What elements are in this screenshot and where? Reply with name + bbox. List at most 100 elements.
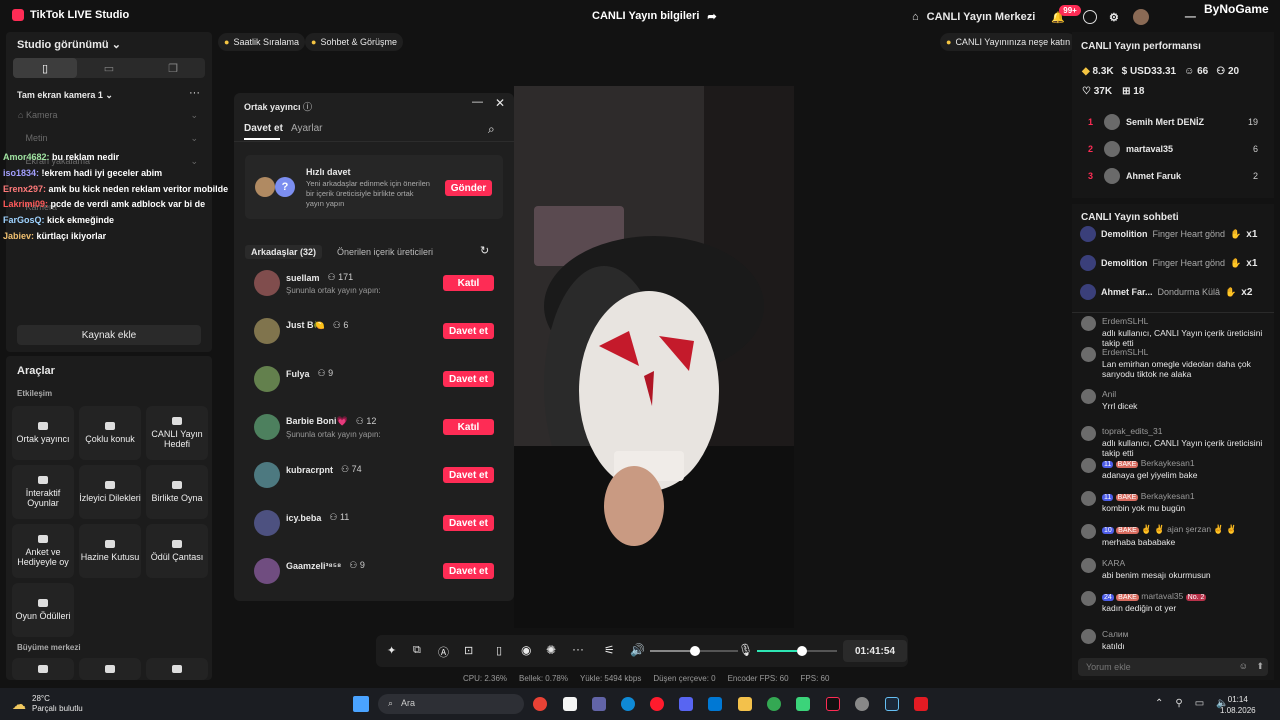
microphone-icon[interactable]: 🎙 bbox=[738, 643, 753, 657]
ai-icon[interactable]: Ⓐ bbox=[438, 644, 449, 660]
invite-button[interactable]: Davet et bbox=[443, 323, 494, 339]
edge-icon[interactable] bbox=[621, 697, 635, 711]
chat-user[interactable]: KARA bbox=[1102, 558, 1125, 568]
chevron-up-icon[interactable]: ⌃ bbox=[1155, 698, 1163, 709]
chat-user[interactable]: ErdemSLHL bbox=[1102, 316, 1148, 326]
suggested-creators-tab[interactable]: Önerilen içerik üreticileri bbox=[337, 247, 433, 257]
tool-cohost[interactable]: Ortak yayıncı bbox=[12, 406, 74, 460]
opera-icon[interactable] bbox=[650, 697, 664, 711]
chat-user[interactable]: Салим bbox=[1102, 629, 1129, 639]
minimize-dialog-icon[interactable]: — bbox=[472, 96, 483, 108]
landscape-mode-icon[interactable]: ▭ bbox=[77, 58, 141, 78]
effects-icon[interactable]: ✺ bbox=[546, 643, 556, 657]
source-item[interactable]: ⌂ Kamera ⌄ bbox=[18, 110, 198, 121]
friend-avatar[interactable] bbox=[254, 558, 280, 584]
send-button[interactable]: Gönder bbox=[445, 180, 492, 196]
chat-user[interactable]: Berkaykesan1 bbox=[1141, 491, 1195, 501]
chrome-icon[interactable] bbox=[533, 697, 547, 711]
refresh-icon[interactable]: ↻ bbox=[480, 244, 489, 257]
mic-slider[interactable] bbox=[757, 646, 837, 656]
taskbar-search[interactable]: ⌕ Ara bbox=[378, 694, 524, 714]
chat-call-pill[interactable]: ● Sohbet & Görüşme bbox=[305, 33, 403, 51]
hourly-ranking-pill[interactable]: ● Saatlik Sıralama bbox=[218, 33, 305, 51]
ranking-row[interactable]: 2 martaval35 6 bbox=[1088, 141, 1258, 157]
obs-icon[interactable] bbox=[855, 697, 869, 711]
friend-avatar[interactable] bbox=[254, 366, 280, 392]
tool-game-rewards[interactable]: Oyun Ödülleri bbox=[12, 583, 74, 637]
network-icon[interactable]: ▭ bbox=[1195, 698, 1204, 709]
live-center-link[interactable]: CANLI Yayın Merkezi bbox=[927, 11, 1036, 23]
volume-slider[interactable] bbox=[650, 646, 738, 656]
close-icon[interactable]: ✕ bbox=[495, 96, 505, 110]
friend-avatar[interactable] bbox=[254, 318, 280, 344]
scene-selector[interactable]: Tam ekran kamera 1 ⌄ bbox=[17, 90, 113, 101]
tab-settings[interactable]: Ayarlar bbox=[291, 123, 323, 134]
tool-poll[interactable]: Anket ve Hediyeyle oy bbox=[12, 524, 74, 578]
mixer-icon[interactable]: ⚟ bbox=[604, 643, 615, 657]
weather-widget[interactable]: ☁ 28°C Parçalı bulutlu bbox=[12, 694, 83, 714]
notification-bell-icon[interactable]: 🔔 99+ bbox=[1051, 4, 1081, 24]
send-arrow-icon[interactable]: ⬆ bbox=[1256, 661, 1264, 672]
live-info-button[interactable]: CANLI Yayın bilgileri ➦ bbox=[592, 10, 717, 23]
friend-avatar[interactable] bbox=[254, 270, 280, 296]
mail-icon[interactable] bbox=[708, 697, 722, 711]
profile-avatar[interactable] bbox=[1132, 9, 1149, 25]
chat-user[interactable]: ✌ ✌ ajan şerzan ✌ ✌ bbox=[1141, 524, 1237, 534]
tiktok-live-icon[interactable] bbox=[826, 697, 840, 711]
minimize-icon[interactable]: — bbox=[1185, 11, 1196, 23]
chat-user[interactable]: Anil bbox=[1102, 389, 1116, 399]
files-icon[interactable] bbox=[563, 697, 577, 711]
ranking-row[interactable]: 1 Semih Mert DENİZ 19 bbox=[1088, 114, 1258, 130]
chat-user[interactable]: Berkaykesan1 bbox=[1141, 458, 1195, 468]
settings-gear-icon[interactable]: ⚙ bbox=[1109, 11, 1119, 24]
friend-avatar[interactable] bbox=[254, 414, 280, 440]
mic-slider-thumb[interactable] bbox=[797, 646, 807, 656]
help-icon[interactable] bbox=[1082, 10, 1097, 24]
multi-screen-icon[interactable]: ❐ bbox=[141, 58, 205, 78]
emoji-icon[interactable]: ☺ bbox=[1239, 661, 1248, 671]
invite-button[interactable]: Davet et bbox=[443, 563, 494, 579]
tool-viewer-wishes[interactable]: İzleyici Dilekleri bbox=[79, 465, 141, 519]
more-icon[interactable]: ··· bbox=[572, 642, 584, 656]
source-item[interactable]: Metin ⌄ bbox=[18, 133, 198, 144]
chrome-icon[interactable] bbox=[767, 697, 781, 711]
record-icon[interactable]: ◉ bbox=[521, 643, 531, 657]
folder-icon[interactable] bbox=[738, 697, 752, 711]
wifi-icon[interactable]: ⚲ bbox=[1175, 698, 1182, 709]
teams-icon[interactable] bbox=[592, 697, 606, 711]
media-player-icon[interactable] bbox=[914, 697, 928, 711]
tab-invite[interactable]: Davet et bbox=[244, 123, 283, 140]
volume-slider-thumb[interactable] bbox=[690, 646, 700, 656]
chat-user[interactable]: toprak_edits_31 bbox=[1102, 426, 1163, 436]
invite-button[interactable]: Davet et bbox=[443, 515, 494, 531]
start-button[interactable] bbox=[353, 696, 369, 712]
speaker-icon[interactable]: 🔊 bbox=[630, 643, 645, 657]
tool-live-goal[interactable]: CANLI Yayın Hedefi bbox=[146, 406, 208, 460]
tool-play-together[interactable]: Birlikte Oyna bbox=[146, 465, 208, 519]
friends-tab[interactable]: Arkadaşlar (32) bbox=[245, 245, 323, 259]
tool-treasure-box[interactable]: Hazine Kutusu bbox=[79, 524, 141, 578]
join-button[interactable]: Katıl bbox=[443, 275, 494, 291]
steam-icon[interactable] bbox=[885, 697, 899, 711]
add-source-button[interactable]: Kaynak ekle bbox=[17, 325, 201, 345]
tool-multi-guest[interactable]: Çoklu konuk bbox=[79, 406, 141, 460]
portrait-mode-icon[interactable]: ▯ bbox=[13, 58, 77, 78]
tool-reward-bag[interactable]: Ödül Çantası bbox=[146, 524, 208, 578]
growth-tool[interactable] bbox=[146, 658, 208, 680]
search-icon[interactable]: ⌕ bbox=[488, 122, 495, 137]
friend-avatar[interactable] bbox=[254, 510, 280, 536]
growth-tool[interactable] bbox=[79, 658, 141, 680]
tool-interactive-games[interactable]: İnteraktif Oyunlar bbox=[12, 465, 74, 519]
scene-menu-icon[interactable]: ··· bbox=[189, 87, 200, 99]
growth-tool[interactable] bbox=[12, 658, 74, 680]
chat-user[interactable]: ErdemSLHL bbox=[1102, 347, 1148, 357]
tip-pill[interactable]: ● CANLI Yayınınıza neşe katın bbox=[940, 33, 1077, 51]
capture-icon[interactable]: ⊡ bbox=[464, 644, 473, 657]
invite-button[interactable]: Davet et bbox=[443, 467, 494, 483]
join-button[interactable]: Katıl bbox=[443, 419, 494, 435]
discord-icon[interactable] bbox=[679, 697, 693, 711]
invite-button[interactable]: Davet et bbox=[443, 371, 494, 387]
magic-effect-icon[interactable]: ✦ bbox=[387, 644, 396, 657]
comment-input[interactable]: Yorum ekle ☺ ⬆ bbox=[1078, 658, 1268, 676]
app-icon[interactable] bbox=[796, 697, 810, 711]
